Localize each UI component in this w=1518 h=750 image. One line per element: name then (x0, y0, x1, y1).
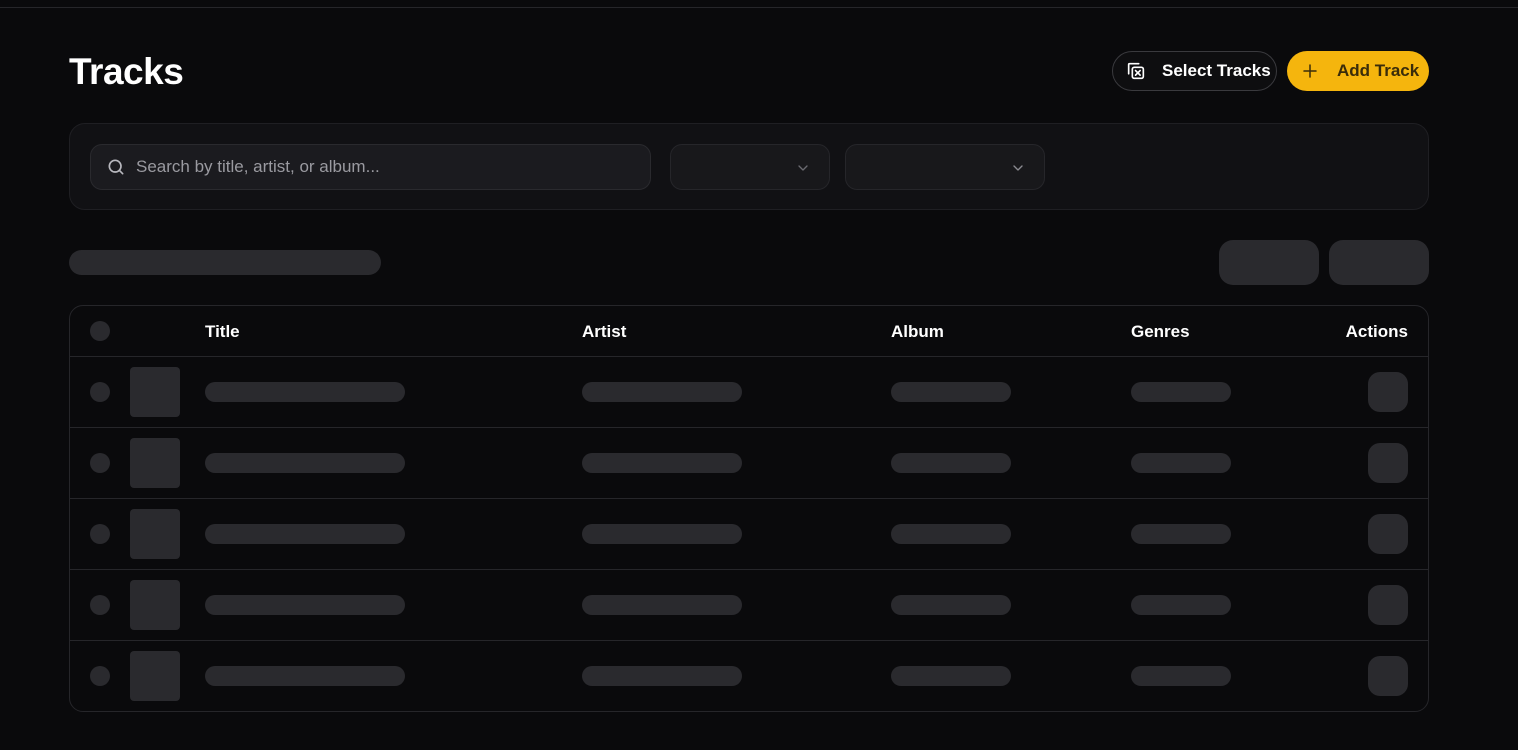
tracks-table: Title Artist Album Genres Actions (69, 305, 1429, 712)
table-row-skeleton (70, 357, 1428, 428)
genres-skeleton (1131, 453, 1231, 473)
row-actions-skeleton[interactable] (1368, 372, 1408, 412)
cover-thumbnail-skeleton (130, 509, 180, 559)
table-row-skeleton (70, 499, 1428, 570)
sort-select[interactable] (845, 144, 1045, 190)
chevron-down-icon (1013, 165, 1023, 171)
title-skeleton (205, 382, 405, 402)
row-checkbox[interactable] (90, 524, 110, 544)
row-actions-skeleton[interactable] (1368, 443, 1408, 483)
row-actions-skeleton[interactable] (1368, 514, 1408, 554)
page-title: Tracks (69, 51, 184, 92)
genre-filter-select[interactable] (670, 144, 830, 190)
table-row-skeleton (70, 428, 1428, 499)
search-icon (108, 159, 124, 175)
search-box[interactable] (90, 144, 651, 190)
cover-thumbnail-skeleton (130, 651, 180, 701)
row-actions-skeleton[interactable] (1368, 585, 1408, 625)
column-header-artist[interactable]: Artist (582, 321, 626, 343)
title-skeleton (205, 453, 405, 473)
cover-thumbnail-skeleton (130, 367, 180, 417)
column-header-genres: Genres (1131, 322, 1190, 341)
cover-thumbnail-skeleton (130, 580, 180, 630)
album-skeleton (891, 595, 1011, 615)
album-skeleton (891, 453, 1011, 473)
album-skeleton (891, 666, 1011, 686)
genres-skeleton (1131, 595, 1231, 615)
track-count-skeleton (69, 250, 381, 275)
row-checkbox[interactable] (90, 595, 110, 615)
album-skeleton (891, 524, 1011, 544)
artist-skeleton (582, 666, 742, 686)
artist-skeleton (582, 382, 742, 402)
genres-skeleton (1131, 666, 1231, 686)
artist-skeleton (582, 453, 742, 473)
toolbar-button-skeleton (1329, 240, 1429, 285)
artist-skeleton (582, 595, 742, 615)
top-divider (0, 7, 1518, 8)
genres-skeleton (1131, 382, 1231, 402)
column-header-title[interactable]: Title (205, 321, 240, 343)
column-header-actions: Actions (1345, 322, 1408, 341)
genres-skeleton (1131, 524, 1231, 544)
album-skeleton (891, 382, 1011, 402)
table-header: Title Artist Album Genres Actions (70, 306, 1428, 357)
add-track-button[interactable]: Add Track (1287, 51, 1429, 91)
select-all-checkbox[interactable] (90, 321, 110, 341)
table-row-skeleton (70, 570, 1428, 641)
add-track-label: Add Track (1337, 61, 1420, 80)
search-input[interactable] (136, 157, 650, 177)
title-skeleton (205, 595, 405, 615)
title-skeleton (205, 666, 405, 686)
select-tracks-label: Select Tracks (1162, 61, 1271, 80)
row-checkbox[interactable] (90, 666, 110, 686)
filter-panel (69, 123, 1429, 210)
column-header-album[interactable]: Album (891, 321, 944, 343)
chevron-down-icon (798, 165, 808, 171)
toolbar-button-skeleton (1219, 240, 1319, 285)
row-checkbox[interactable] (90, 453, 110, 473)
row-actions-skeleton[interactable] (1368, 656, 1408, 696)
select-tracks-button[interactable]: Select Tracks (1112, 51, 1277, 91)
row-checkbox[interactable] (90, 382, 110, 402)
artist-skeleton (582, 524, 742, 544)
cover-thumbnail-skeleton (130, 438, 180, 488)
title-skeleton (205, 524, 405, 544)
table-row-skeleton (70, 641, 1428, 711)
plus-icon (1303, 64, 1317, 78)
select-multiple-icon (1127, 62, 1145, 80)
